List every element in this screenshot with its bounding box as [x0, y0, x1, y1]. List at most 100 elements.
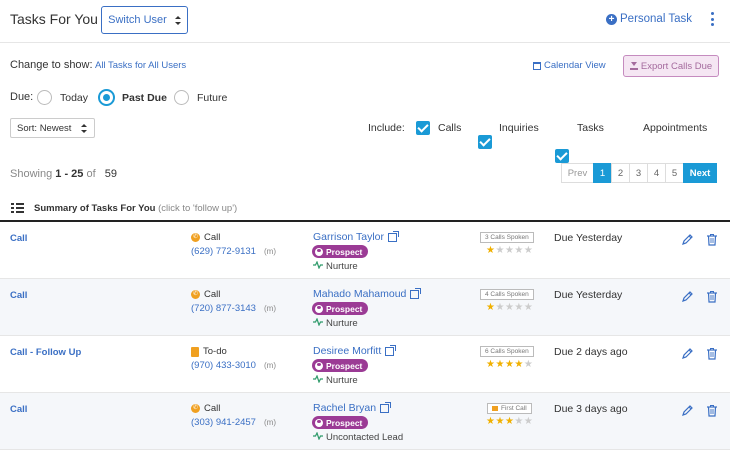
edit-icon[interactable]	[681, 347, 694, 360]
include-tasks-label[interactable]: Tasks	[577, 122, 604, 134]
results-total: 59	[104, 168, 117, 180]
due-past-radio[interactable]	[98, 89, 115, 106]
table-row[interactable]: Call - Follow Up To-do (970) 433-3010 (m) De…	[0, 336, 730, 393]
star-icon: ★	[504, 416, 515, 427]
pagination-prev[interactable]: Prev	[561, 163, 594, 183]
due-future-label[interactable]: Future	[197, 92, 227, 104]
results-range: 1 - 25	[55, 168, 84, 180]
user-icon	[315, 304, 323, 313]
pagination-page-3[interactable]: 3	[629, 163, 648, 183]
calendar-view-label: Calendar View	[544, 60, 606, 71]
calls-spoken-badge: 3 Calls Spoken	[480, 232, 534, 243]
task-type-link[interactable]: Call	[10, 233, 27, 244]
include-appointments-label[interactable]: Appointments	[643, 122, 707, 134]
due-today-label[interactable]: Today	[60, 92, 88, 104]
contact-name: Garrison Taylor	[313, 231, 384, 243]
lead-stage-label: Nurture	[326, 318, 358, 329]
star-icon: ★	[495, 302, 505, 313]
results-of: of	[86, 168, 96, 180]
trash-icon[interactable]	[706, 347, 718, 360]
header-divider	[0, 42, 730, 43]
lead-stage: Uncontacted Lead	[313, 431, 403, 443]
contact-name: Rachel Bryan	[313, 402, 377, 414]
sort-select[interactable]: Sort: Newest	[10, 118, 95, 138]
pagination-next[interactable]: Next	[683, 163, 717, 183]
more-options-icon[interactable]	[709, 12, 715, 28]
star-icon: ★	[504, 302, 515, 313]
table-row[interactable]: Call ✆ Call (629) 772-9131 (m) Garrison Taylo…	[0, 222, 730, 279]
prospect-badge-label: Prospect	[326, 360, 363, 371]
task-kind-label: To-do	[203, 346, 227, 357]
pulse-icon	[313, 260, 323, 272]
include-tasks-checkbox[interactable]	[555, 149, 569, 163]
phone-link[interactable]: (629) 772-9131	[191, 246, 256, 257]
edit-icon[interactable]	[681, 233, 694, 246]
due-text: Due Yesterday	[554, 289, 623, 301]
contact-name-link[interactable]: Desiree Morfitt	[313, 344, 397, 357]
contact-name: Mahado Mahamoud	[313, 288, 407, 300]
due-text: Due 2 days ago	[554, 346, 628, 358]
star-icon: ★	[523, 359, 534, 370]
user-icon	[315, 418, 323, 427]
lead-stage: Nurture	[313, 260, 358, 272]
checklist-icon	[11, 202, 24, 213]
trash-icon[interactable]	[706, 404, 718, 417]
switch-user-select[interactable]: Switch User	[101, 6, 188, 34]
lead-stage-label: Nurture	[326, 261, 358, 272]
summary-title: Summary of Tasks For You (click to 'foll…	[34, 203, 237, 214]
phone-type: (m)	[264, 304, 276, 313]
prospect-badge-label: Prospect	[326, 246, 363, 257]
include-inquiries-label[interactable]: Inquiries	[499, 122, 539, 134]
prospect-badge-label: Prospect	[326, 303, 363, 314]
pagination-page-5[interactable]: 5	[665, 163, 684, 183]
all-tasks-link[interactable]: All Tasks for All Users	[95, 60, 186, 71]
switch-user-label: Switch User	[108, 14, 167, 26]
trash-icon[interactable]	[706, 290, 718, 303]
personal-task-button[interactable]: + Personal Task	[606, 13, 692, 25]
edit-icon[interactable]	[681, 404, 694, 417]
select-caret-icon	[81, 123, 88, 133]
external-link-icon	[388, 230, 399, 242]
pagination-page-2[interactable]: 2	[611, 163, 630, 183]
include-calls-label[interactable]: Calls	[438, 122, 461, 134]
external-link-icon	[380, 401, 392, 413]
contact-name-link[interactable]: Rachel Bryan	[313, 401, 392, 414]
export-calls-button[interactable]: Export Calls Due	[623, 55, 719, 77]
edit-icon[interactable]	[681, 290, 694, 303]
star-icon: ★	[495, 416, 505, 427]
pulse-icon	[313, 317, 323, 329]
due-future-radio[interactable]	[174, 90, 189, 105]
task-kind: ✆ Call	[191, 403, 220, 414]
task-kind-label: Call	[204, 403, 221, 414]
phone-type: (m)	[264, 418, 276, 427]
star-icon: ★	[495, 359, 505, 370]
todo-icon	[191, 346, 199, 357]
task-type-link[interactable]: Call	[10, 290, 27, 301]
task-type-link[interactable]: Call	[10, 404, 27, 415]
due-past-label[interactable]: Past Due	[122, 92, 167, 104]
table-row[interactable]: Call ✆ Call (720) 877-3143 (m) Mahado Mahamou…	[0, 279, 730, 336]
first-call-badge: First Call	[487, 403, 532, 414]
due-today-radio[interactable]	[37, 90, 52, 105]
external-link-icon	[385, 344, 397, 356]
prospect-badge: Prospect	[312, 245, 369, 258]
calendar-view-link[interactable]: Calendar View	[533, 60, 606, 71]
star-icon: ★	[514, 245, 524, 256]
trash-icon[interactable]	[706, 233, 718, 246]
table-row[interactable]: Call ✆ Call (303) 941-2457 (m) Rachel Bryan Pr…	[0, 393, 730, 450]
contact-name-link[interactable]: Garrison Taylor	[313, 230, 399, 243]
include-inquiries-checkbox[interactable]	[478, 135, 492, 149]
pagination-page-4[interactable]: 4	[647, 163, 666, 183]
phone-link[interactable]: (720) 877-3143	[191, 303, 256, 314]
summary-title-text: Summary of Tasks For You	[34, 203, 156, 214]
include-calls-checkbox[interactable]	[416, 121, 430, 135]
sort-label: Sort: Newest	[17, 122, 72, 134]
phone-icon: ✆	[191, 290, 200, 299]
task-kind: ✆ Call	[191, 289, 220, 300]
task-type-link[interactable]: Call - Follow Up	[10, 347, 81, 358]
phone-link[interactable]: (970) 433-3010	[191, 360, 256, 371]
contact-name-link[interactable]: Mahado Mahamoud	[313, 287, 422, 300]
lead-stage-label: Nurture	[326, 375, 358, 386]
pagination-page-1[interactable]: 1	[593, 163, 612, 183]
phone-link[interactable]: (303) 941-2457	[191, 417, 256, 428]
